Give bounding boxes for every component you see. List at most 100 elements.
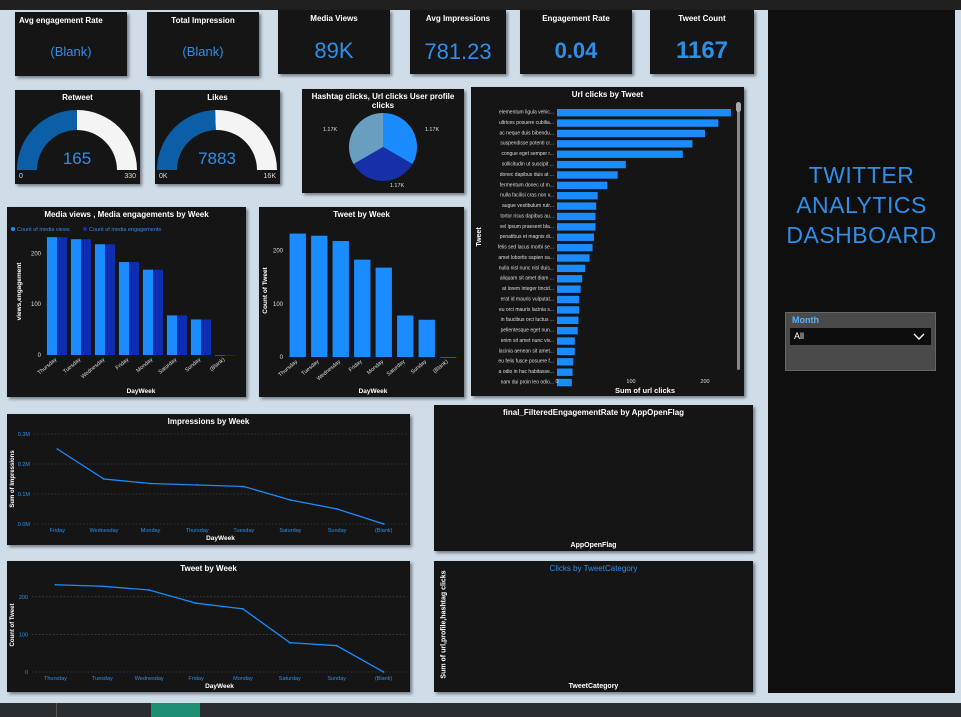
y-tick-label: penatibus et magnis di... bbox=[500, 234, 554, 240]
kpi-title: Tweet Count bbox=[678, 14, 726, 23]
tweet-line-chart-card[interactable]: Tweet by Week 0 100 200 Thursday Tuesday Wedn… bbox=[7, 561, 410, 692]
data-point bbox=[242, 607, 244, 610]
data-point bbox=[195, 602, 197, 605]
bar bbox=[557, 160, 626, 169]
bar bbox=[557, 181, 608, 190]
gauge-max: 330 bbox=[124, 173, 136, 180]
bottom-bar bbox=[0, 703, 961, 717]
active-page-tab[interactable] bbox=[151, 703, 200, 717]
y-tick-label: pellentesque eget nun... bbox=[501, 328, 554, 334]
data-point bbox=[54, 583, 57, 586]
legend-marker bbox=[83, 227, 87, 231]
data-point bbox=[289, 499, 292, 501]
kpi-card-avg-engagement-rate[interactable]: Avg engagement Rate (Blank) bbox=[15, 12, 127, 76]
month-slicer[interactable]: Month All bbox=[785, 312, 936, 371]
bar bbox=[142, 269, 153, 355]
data-point bbox=[148, 589, 151, 591]
bar bbox=[166, 315, 177, 355]
kpi-card-avg-impressions[interactable]: Avg Impressions 781.23 bbox=[410, 10, 506, 74]
kpi-card-media-views[interactable]: Media Views 89K bbox=[278, 10, 390, 74]
scrollbar bbox=[737, 102, 740, 370]
filtered-engagement-chart-card[interactable]: final_FilteredEngagementRate by AppOpenF… bbox=[434, 405, 753, 551]
x-tick-label: (Blank) bbox=[375, 676, 393, 682]
y-tick-label: donec dapibus duis at ... bbox=[500, 172, 554, 178]
bar bbox=[557, 223, 596, 231]
chart-title: final_FilteredEngagementRate by AppOpenF… bbox=[502, 408, 685, 417]
bar bbox=[557, 347, 575, 356]
series-line bbox=[56, 448, 384, 525]
kpi-card-tweet-count[interactable]: Tweet Count 1167 bbox=[650, 10, 754, 74]
y-tick-label: aliquam sit amet diam ... bbox=[500, 276, 554, 282]
bar bbox=[557, 109, 731, 117]
y-tick-label: nulla facilisi cras non v... bbox=[500, 193, 554, 199]
y-tick-label: a odio in hac habitasse... bbox=[499, 369, 554, 375]
pie-slice-label: 1.17K bbox=[323, 127, 338, 133]
y-tick-label: 100 bbox=[19, 632, 28, 638]
y-tick-label: 200 bbox=[273, 249, 284, 255]
dashboard-title-line: ANALYTICS bbox=[796, 192, 927, 218]
dropdown-value: All bbox=[794, 331, 805, 341]
data-point bbox=[56, 448, 59, 450]
x-tick-label: Tuesday bbox=[233, 528, 254, 534]
clicks-by-category-chart-card[interactable]: Clicks by TweetCategory Sum of url,profi… bbox=[434, 561, 753, 692]
retweet-gauge: 165 0 330 bbox=[17, 110, 137, 180]
url-clicks-chart-card[interactable]: Url clicks by Tweet elementum ligula veh… bbox=[471, 87, 744, 396]
pie-slice-label: 1.17K bbox=[425, 127, 440, 133]
kpi-card-total-impression[interactable]: Total Impression (Blank) bbox=[147, 12, 259, 76]
x-tick-label: Friday bbox=[188, 676, 204, 682]
bar bbox=[557, 119, 719, 127]
x-tick-label: Saturday bbox=[279, 528, 301, 534]
y-tick-label: enim sit amet nunc viv... bbox=[501, 338, 554, 344]
x-tick-label: Sunday bbox=[327, 676, 346, 682]
x-tick-label: 0 bbox=[555, 379, 558, 385]
bar bbox=[46, 237, 57, 355]
bar bbox=[418, 319, 435, 357]
bar bbox=[557, 129, 705, 138]
x-tick-label: 200 bbox=[700, 379, 709, 385]
impressions-line-chart-card[interactable]: Impressions by Week 0.0M 0.1M 0.2M 0.3M Frid… bbox=[7, 414, 410, 545]
bar bbox=[70, 239, 81, 355]
x-axis-label: TweetCategory bbox=[568, 683, 619, 690]
dashboard-title-line: DASHBOARD bbox=[786, 222, 937, 248]
legend-marker bbox=[11, 227, 15, 231]
y-tick-label: 100 bbox=[31, 302, 42, 308]
x-tick-label: Sunday bbox=[328, 528, 347, 534]
y-tick-label: amet lobortis sapien sa... bbox=[498, 255, 554, 261]
pie-chart: 1.17K 1.17K 1.17K bbox=[323, 113, 440, 189]
media-views-chart-card[interactable]: Media views , Media engagements by Week … bbox=[7, 207, 246, 397]
month-dropdown[interactable]: All bbox=[790, 328, 931, 345]
x-tick-label: Monday bbox=[141, 528, 161, 534]
bar bbox=[557, 212, 596, 221]
x-tick-label: Sunday bbox=[184, 357, 202, 374]
x-tick-label: Tuesday bbox=[92, 676, 113, 682]
kpi-title: Avg Impressions bbox=[425, 14, 491, 23]
x-axis-label: DayWeek bbox=[205, 683, 234, 690]
chevron-down-icon[interactable] bbox=[913, 333, 925, 341]
bar bbox=[332, 241, 349, 357]
pie-chart-card[interactable]: Hashtag clicks, Url clicks User profile … bbox=[302, 89, 464, 193]
y-tick-label: 100 bbox=[273, 302, 284, 308]
data-point bbox=[288, 641, 291, 644]
y-tick-label: 0 bbox=[25, 670, 28, 676]
y-axis-label: Sum of url,profile,hashtag clicks bbox=[440, 570, 448, 679]
tweet-bar-chart-card[interactable]: Tweet by Week 0 100 200 Thursday Tuesday Wedn… bbox=[259, 207, 464, 397]
x-tick-label: Friday bbox=[348, 359, 364, 374]
gauge-value: 7883 bbox=[198, 149, 236, 168]
data-point bbox=[196, 484, 199, 486]
retweet-gauge-card[interactable]: Retweet 165 0 330 bbox=[15, 90, 140, 184]
x-tick-label: Saturday bbox=[158, 357, 179, 376]
bar bbox=[557, 306, 580, 314]
likes-gauge-card[interactable]: Likes 7883 0K 16K bbox=[155, 90, 280, 184]
x-tick-label: Thursday bbox=[44, 676, 67, 682]
bar bbox=[557, 254, 590, 262]
x-tick-label: (Blank) bbox=[432, 359, 449, 375]
y-tick-label: elementum ligula vehic... bbox=[499, 110, 554, 116]
tab-divider bbox=[56, 703, 57, 717]
data-point bbox=[336, 508, 338, 510]
x-tick-label: Monday bbox=[135, 357, 154, 374]
kpi-card-engagement-rate[interactable]: Engagement Rate 0.04 bbox=[520, 10, 632, 74]
bar bbox=[354, 259, 371, 357]
kpi-title: Media Views bbox=[310, 14, 358, 23]
impressions-line-chart: 0.0M 0.1M 0.2M 0.3M Friday Wednesday Monday Thu… bbox=[10, 432, 407, 542]
bar bbox=[311, 235, 328, 357]
